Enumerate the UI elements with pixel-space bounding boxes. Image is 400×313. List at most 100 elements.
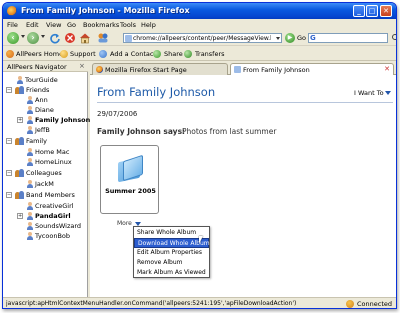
bookmark-share[interactable]: Share xyxy=(164,50,183,58)
bookmark-add-contact[interactable]: Add a Contact xyxy=(110,50,156,58)
collapse-icon[interactable]: − xyxy=(6,192,12,198)
allpeers-home-icon xyxy=(6,50,14,58)
menu-edit[interactable]: Edit xyxy=(26,21,39,29)
transfers-icon xyxy=(184,50,192,58)
tree-item-homelinux[interactable]: HomeLinux xyxy=(3,157,87,167)
close-button[interactable]: ✕ xyxy=(380,5,392,17)
collapse-icon[interactable]: − xyxy=(6,170,12,176)
tree-label: JeffB xyxy=(35,126,50,134)
forward-icon[interactable]: › xyxy=(27,32,39,44)
title-bar[interactable]: From Family Johnson - Mozilla Firefox _ … xyxy=(3,3,396,19)
contact-icon xyxy=(27,212,33,220)
tree-label: Ann xyxy=(35,96,48,104)
menu-file[interactable]: File xyxy=(7,21,18,29)
minimize-button[interactable]: _ xyxy=(353,5,365,17)
url-dropdown-icon[interactable] xyxy=(276,37,280,40)
menu-view[interactable]: View xyxy=(46,21,61,29)
reload-icon[interactable] xyxy=(49,32,61,44)
url-bar[interactable]: chrome://allpeers/content/peer/MessageVi… xyxy=(123,33,282,43)
tree-group-family[interactable]: − Family xyxy=(3,136,87,146)
tree-group-colleagues[interactable]: − Colleagues xyxy=(3,168,87,178)
menu-mark-album-as-viewed[interactable]: Mark Album As Viewed xyxy=(134,268,209,278)
menu-tools[interactable]: Tools xyxy=(120,21,136,29)
forward-dropdown-icon[interactable] xyxy=(41,35,45,38)
message-text: Photos from last summer xyxy=(182,127,277,136)
i-want-to-dropdown-icon[interactable] xyxy=(385,91,391,95)
tree-item-diane[interactable]: Diane xyxy=(3,105,87,115)
close-tab-icon[interactable]: ✕ xyxy=(384,65,390,73)
tree-item-soundswizard[interactable]: SoundsWizard xyxy=(3,221,87,231)
connection-status[interactable]: Connected xyxy=(357,300,392,308)
sender-label: Family Johnson says: xyxy=(97,127,186,136)
tree-label: Colleagues xyxy=(26,169,62,177)
tree-item-ann[interactable]: Ann xyxy=(3,95,87,105)
page-favicon-icon xyxy=(125,35,132,42)
tree-label: Friends xyxy=(26,86,50,94)
album-card[interactable]: Summer 2005 xyxy=(100,145,159,214)
google-icon[interactable]: G xyxy=(310,34,316,42)
bookmark-transfers[interactable]: Transfers xyxy=(195,50,225,58)
url-text[interactable]: chrome://allpeers/content/peer/MessageVi… xyxy=(133,35,271,42)
tree-label: Diane xyxy=(35,106,54,114)
tab-label: Mozilla Firefox Start Page xyxy=(105,66,187,74)
allpeers-sidebar: AllPeers Navigator × TourGuide − Friends… xyxy=(3,61,90,297)
maximize-button[interactable]: □ xyxy=(366,5,378,17)
menu-go[interactable]: Go xyxy=(67,21,76,29)
menu-bookmarks[interactable]: Bookmarks xyxy=(83,21,119,29)
i-want-to-menu[interactable]: I Want To xyxy=(354,89,384,97)
menu-download-whole-album[interactable]: Download Whole Album xyxy=(134,238,210,248)
collapse-icon[interactable]: − xyxy=(6,138,12,144)
menu-edit-album-properties[interactable]: Edit Album Properties xyxy=(134,248,209,258)
support-icon xyxy=(60,50,68,58)
menu-help[interactable]: Help xyxy=(141,21,156,29)
contact-icon xyxy=(27,158,33,166)
contact-icon xyxy=(27,126,33,134)
stop-icon[interactable] xyxy=(64,32,76,44)
more-button[interactable]: More xyxy=(117,220,132,227)
tree-label: Family xyxy=(26,137,47,145)
tree-label: Band Members xyxy=(26,191,75,199)
menu-share-whole-album[interactable]: Share Whole Album xyxy=(134,228,209,238)
tree-item-pandagirl[interactable]: + PandaGirl xyxy=(3,211,87,221)
tree-item-creativegirl[interactable]: CreativeGirl xyxy=(3,201,87,211)
bookmark-support[interactable]: Support xyxy=(70,50,96,58)
collapse-icon[interactable]: − xyxy=(6,87,12,93)
screenshot-frame: From Family Johnson - Mozilla Firefox _ … xyxy=(0,0,400,313)
expand-icon[interactable]: + xyxy=(17,117,23,123)
tab-label: From Family Johnson xyxy=(243,66,310,74)
tree-item-jeffb[interactable]: JeffB xyxy=(3,125,87,135)
group-icon xyxy=(15,86,24,94)
navigation-toolbar: ‹ › chrome://allpeers/content/peer/Messa… xyxy=(3,30,396,46)
contact-icon xyxy=(27,106,33,114)
tree-label: HomeLinux xyxy=(35,158,72,166)
group-icon xyxy=(15,169,24,177)
back-dropdown-icon[interactable] xyxy=(21,35,25,38)
album-context-menu: Share Whole Album Download Whole Album E… xyxy=(133,226,210,278)
menu-remove-album[interactable]: Remove Album xyxy=(134,258,209,268)
back-icon[interactable]: ‹ xyxy=(7,32,19,44)
title-divider xyxy=(97,102,393,103)
mouse-cursor-icon xyxy=(199,236,203,244)
home-icon[interactable] xyxy=(79,32,91,44)
page-tab-icon xyxy=(234,66,241,73)
sidebar-close-icon[interactable]: × xyxy=(79,62,85,70)
go-icon[interactable]: ▶ xyxy=(285,33,295,43)
connection-status-icon xyxy=(346,300,354,308)
tree-item-family-johnson[interactable]: + Family Johnson xyxy=(3,115,90,125)
tree-item-jackm[interactable]: JackM xyxy=(3,179,87,189)
search-input[interactable]: G xyxy=(308,33,388,43)
tree-item-tycoonbob[interactable]: TycoonBob xyxy=(3,231,87,241)
tree-item-tourguide[interactable]: TourGuide xyxy=(3,75,87,85)
go-label[interactable]: Go xyxy=(297,34,306,42)
contact-icon xyxy=(27,96,33,104)
tab-start-page[interactable]: Mozilla Firefox Start Page xyxy=(92,63,228,75)
search-icon[interactable] xyxy=(392,34,396,40)
folder-icon xyxy=(118,154,144,183)
tree-item-home-mac[interactable]: Home Mac xyxy=(3,147,87,157)
expand-icon[interactable]: + xyxy=(17,213,23,219)
contact-icon xyxy=(17,76,23,84)
bookmark-allpeers-home[interactable]: AllPeers Home xyxy=(16,50,63,58)
tree-group-band-members[interactable]: − Band Members xyxy=(3,190,87,200)
tree-group-friends[interactable]: − Friends xyxy=(3,85,87,95)
allpeers-toolbar-icon[interactable] xyxy=(97,32,109,44)
